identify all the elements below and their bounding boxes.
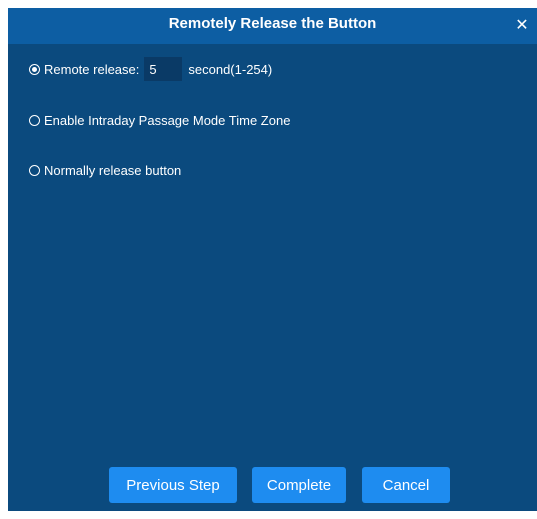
dialog-titlebar: Remotely Release the Button ✕ <box>8 8 537 44</box>
normally-release-label: Normally release button <box>44 162 182 178</box>
option-intraday-passage-mode[interactable]: Enable Intraday Passage Mode Time Zone <box>29 109 290 131</box>
previous-step-button[interactable]: Previous Step <box>109 467 237 503</box>
release-seconds-input[interactable] <box>144 57 183 81</box>
option-remote-release[interactable]: Remote release: second(1-254) <box>29 57 273 81</box>
seconds-range-label: second(1-254) <box>188 61 273 77</box>
intraday-passage-radio[interactable] <box>29 114 40 126</box>
remote-release-dialog: Remotely Release the Button ✕ Remote rel… <box>8 8 537 511</box>
close-icon[interactable]: ✕ <box>511 15 533 37</box>
remote-release-radio[interactable] <box>29 63 40 75</box>
intraday-passage-label: Enable Intraday Passage Mode Time Zone <box>44 112 291 128</box>
remote-release-label: Remote release: <box>44 61 140 77</box>
option-normally-release[interactable]: Normally release button <box>29 159 181 181</box>
normally-release-radio[interactable] <box>29 164 40 176</box>
complete-button[interactable]: Complete <box>252 467 346 503</box>
dialog-title: Remotely Release the Button <box>168 15 377 32</box>
cancel-button[interactable]: Cancel <box>362 467 450 503</box>
